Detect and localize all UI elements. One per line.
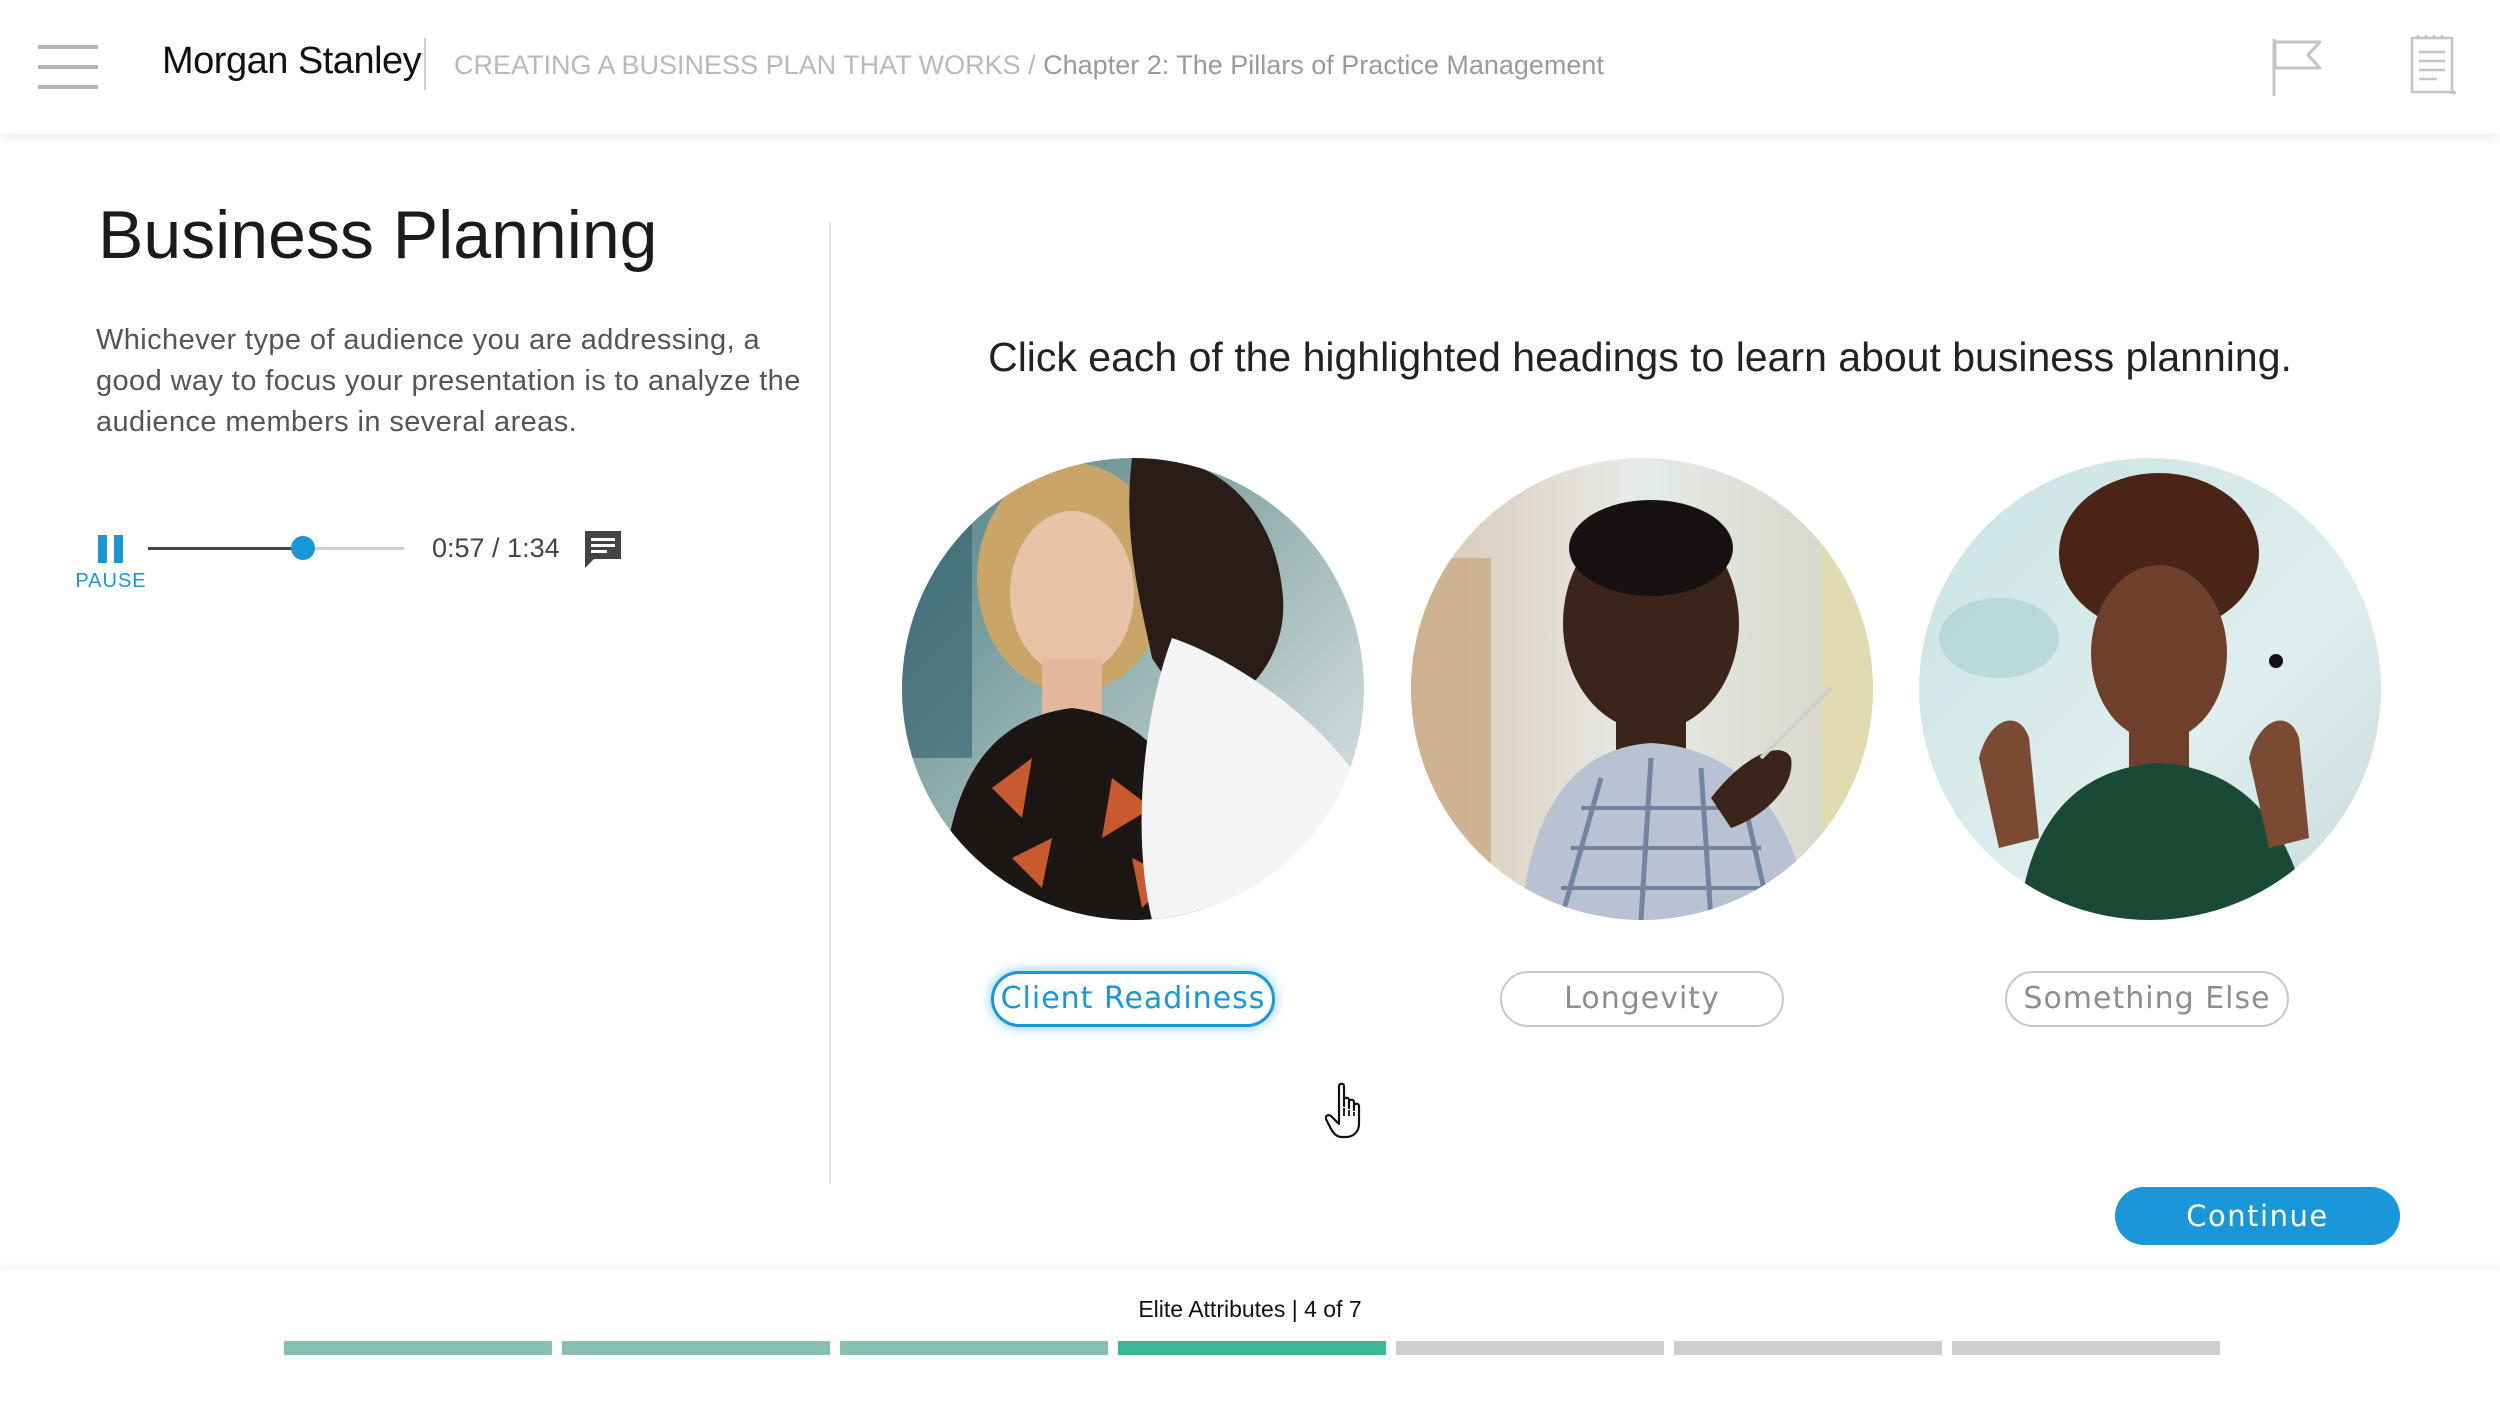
- continue-button[interactable]: Continue: [2115, 1187, 2400, 1245]
- breadcrumb-chapter: Chapter 2: The Pillars of Practice Manag…: [1043, 50, 1604, 80]
- pause-label: PAUSE: [75, 570, 147, 592]
- breadcrumb: CREATING A BUSINESS PLAN THAT WORKS / Ch…: [454, 50, 1604, 81]
- heading-button-client-readiness[interactable]: Client Readiness: [991, 971, 1275, 1027]
- seek-progress-fill: [148, 547, 304, 550]
- heading-button-longevity[interactable]: Longevity: [1500, 971, 1784, 1027]
- pause-button[interactable]: PAUSE: [74, 524, 148, 594]
- portrait-longevity: [1411, 458, 1873, 920]
- notes-icon[interactable]: [2410, 34, 2458, 96]
- instruction-text: Click each of the highlighted headings t…: [988, 334, 2292, 380]
- hand-pointer-cursor: [1324, 1082, 1371, 1140]
- progress-segment: [840, 1341, 1108, 1355]
- column-divider: [829, 222, 831, 1184]
- playback-time: 0:57 / 1:34: [432, 533, 560, 563]
- brand-logo: Morgan Stanley: [162, 40, 422, 82]
- captions-icon[interactable]: [582, 528, 624, 570]
- portrait-something-else: [1919, 458, 2381, 920]
- lesson-description: Whichever type of audience you are addre…: [96, 324, 801, 438]
- progress-segment: [1396, 1341, 1664, 1355]
- progress-segment: [1118, 1341, 1386, 1355]
- module-progress-label: Elite Attributes | 4 of 7: [1138, 1296, 1362, 1322]
- portrait-client-readiness: [902, 458, 1364, 920]
- top-bar: Morgan Stanley CREATING A BUSINESS PLAN …: [0, 0, 2500, 134]
- progress-segment: [562, 1341, 830, 1355]
- seek-handle[interactable]: [291, 536, 316, 560]
- flag-icon[interactable]: [2270, 36, 2326, 98]
- progress-segment: [1674, 1341, 1942, 1355]
- page-title: Business Planning: [98, 197, 658, 273]
- breadcrumb-course: CREATING A BUSINESS PLAN THAT WORKS: [454, 50, 1021, 80]
- menu-icon[interactable]: [38, 45, 98, 89]
- logo-divider: [424, 38, 426, 90]
- footer-bar: [0, 1270, 2500, 1406]
- progress-segment: [284, 1341, 552, 1355]
- progress-segment: [1952, 1341, 2220, 1355]
- heading-button-something-else[interactable]: Something Else: [2005, 971, 2289, 1027]
- pause-icon: [98, 535, 124, 563]
- breadcrumb-separator: /: [1020, 50, 1044, 80]
- audio-seek-bar[interactable]: [148, 536, 404, 560]
